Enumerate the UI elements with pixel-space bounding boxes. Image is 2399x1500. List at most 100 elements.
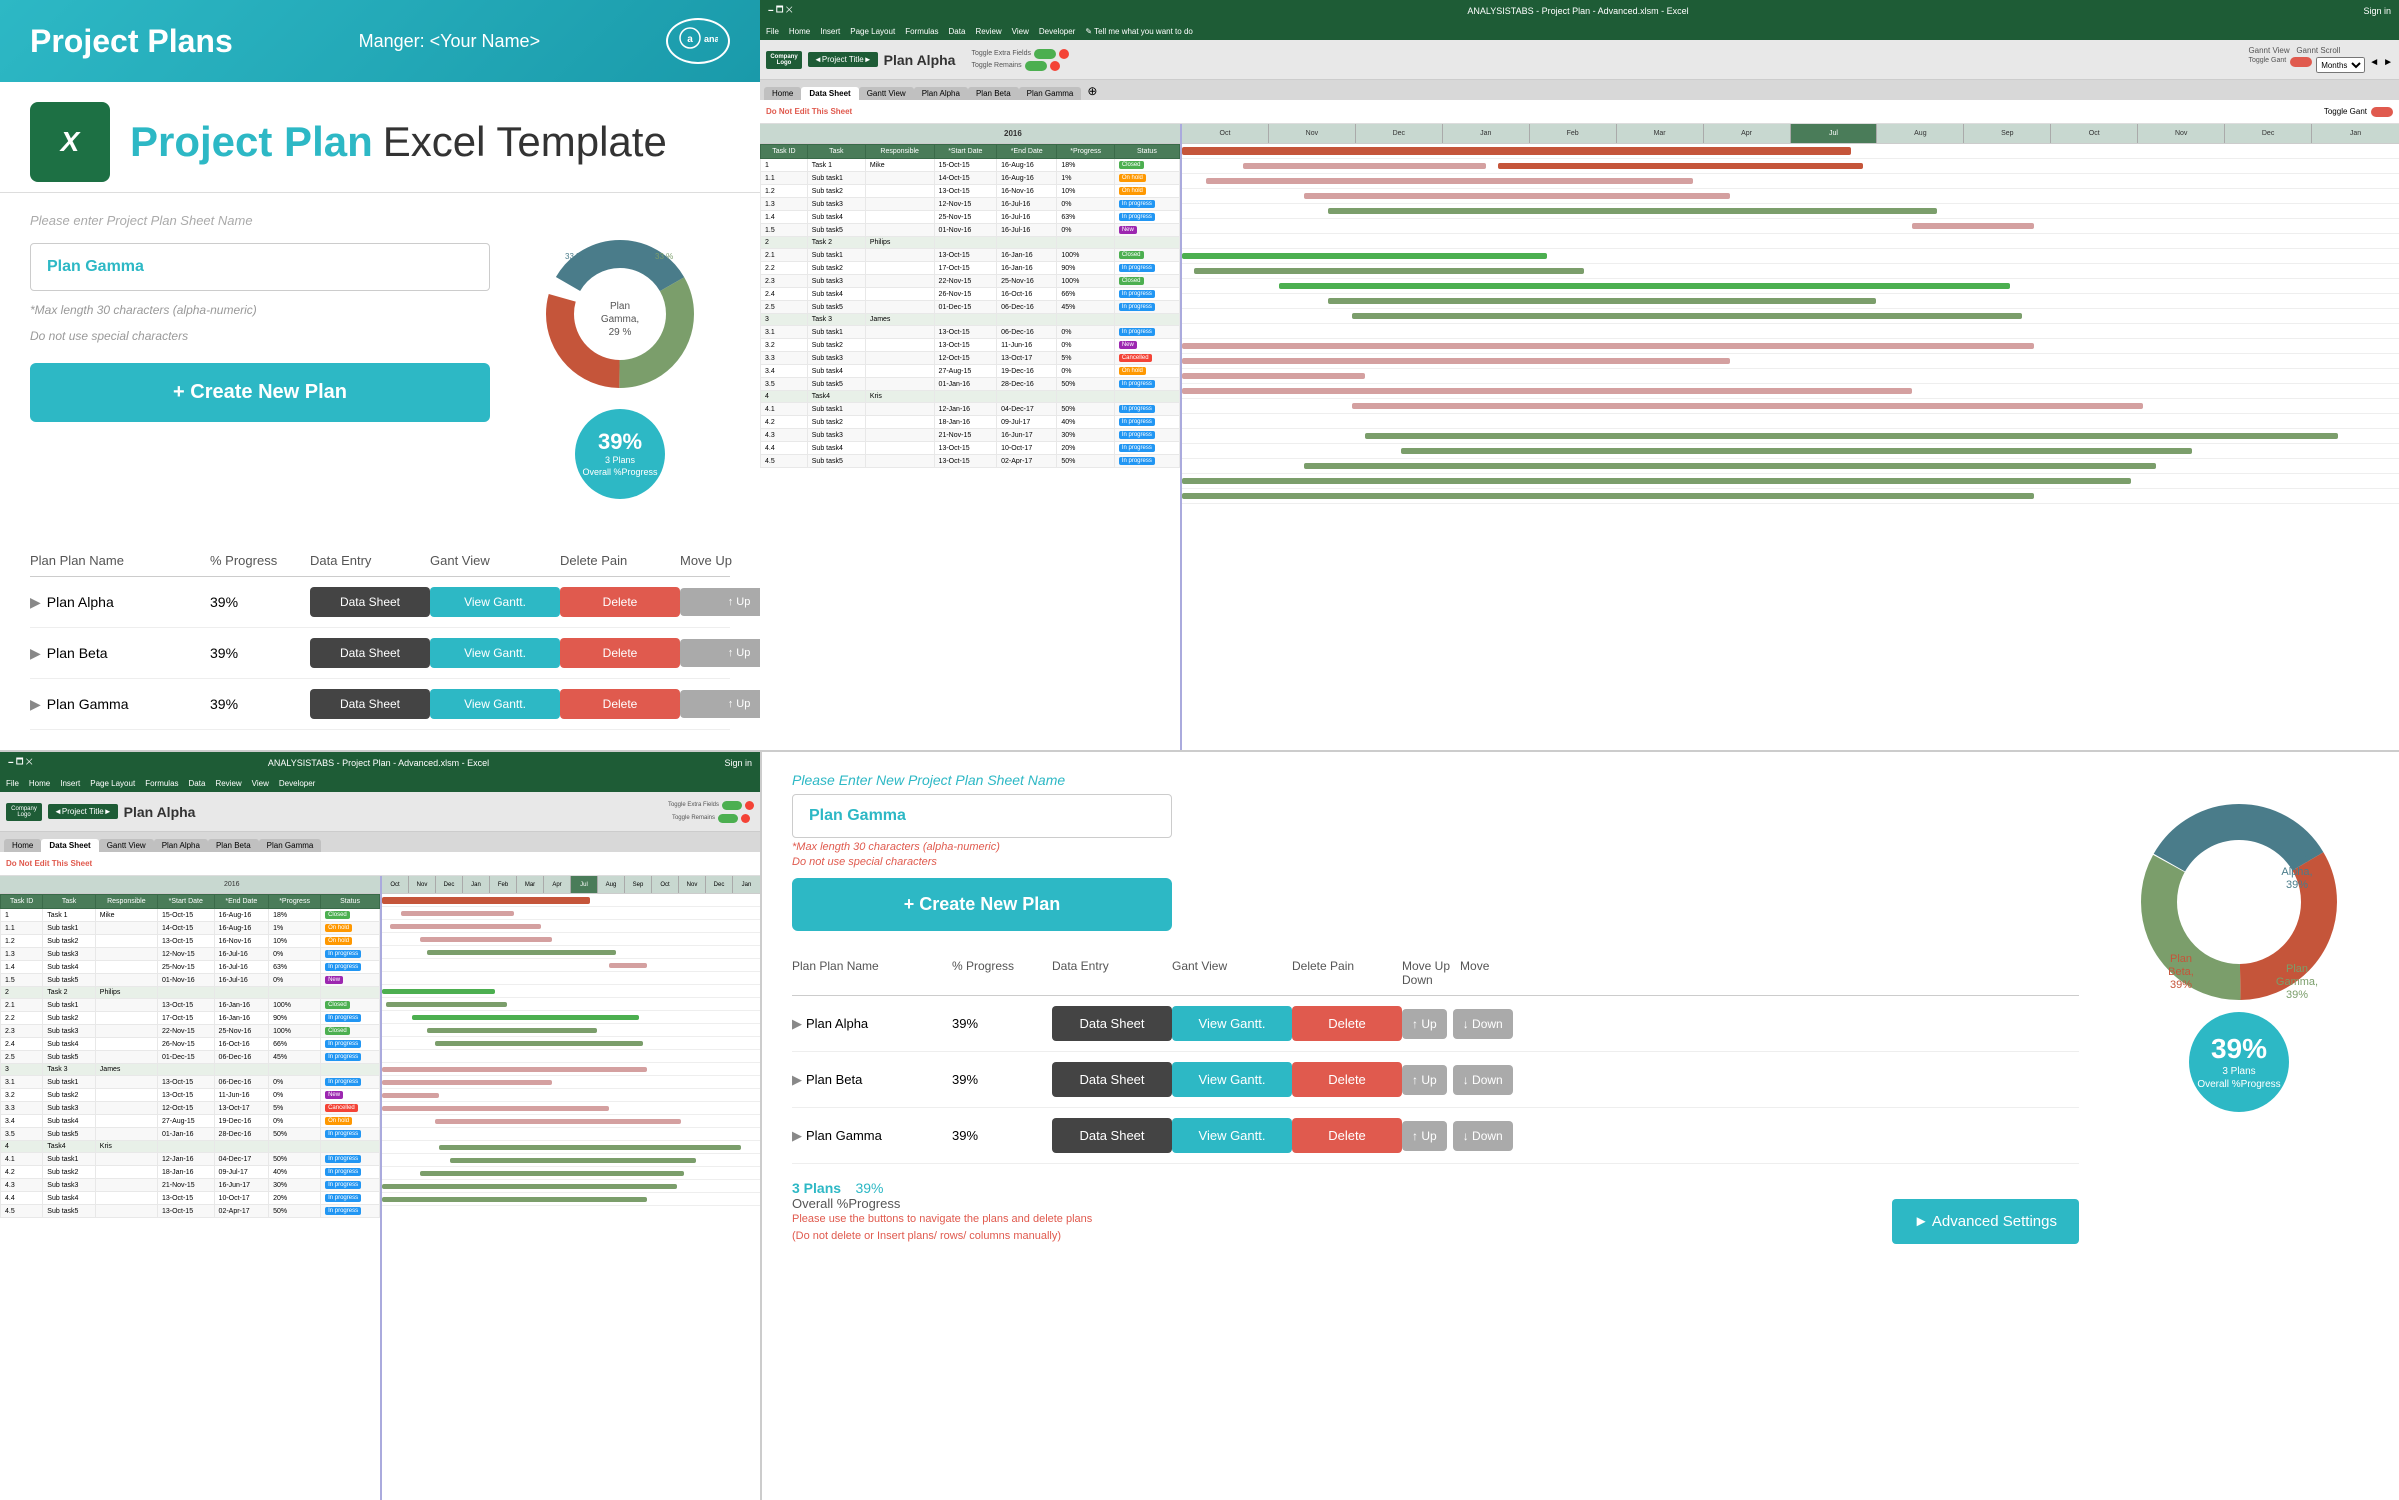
month-nov: Nov [1269,124,1356,143]
gantt-row [1182,339,2399,354]
br-badge-label: 3 PlansOverall %Progress [2197,1065,2280,1091]
tab2-home[interactable]: Home [4,839,41,852]
toggle-remains-2[interactable] [718,814,738,823]
br-view-gantt-2[interactable]: View Gantt. [1172,1062,1292,1097]
create-plan-button[interactable]: + Create New Plan [30,363,490,422]
ribbon-developer[interactable]: Developer [1039,27,1075,36]
tab2-gamma[interactable]: Plan Gamma [259,839,322,852]
toggle-extra-2[interactable] [722,801,742,810]
delete-btn[interactable]: Delete [560,587,680,617]
data-sheet-btn[interactable]: Data Sheet [310,638,430,668]
br-down-1[interactable]: ↓ Down [1453,1009,1513,1039]
ribbon-tellme[interactable]: ✎ Tell me what you want to do [1085,27,1193,36]
ribbon-view[interactable]: View [1012,27,1029,36]
toggle-extra-switch[interactable] [1034,49,1056,59]
ribbon-pagelayout[interactable]: Page Layout [850,27,895,36]
task-row: 2.1Sub task113-Oct-1516-Jan-16100%Closed [761,249,1180,262]
svg-text:39%: 39% [2170,979,2192,991]
br-down-3[interactable]: ↓ Down [1453,1121,1513,1151]
r2-file[interactable]: File [6,779,19,788]
ribbon-formulas[interactable]: Formulas [905,27,938,36]
plan-name-input[interactable] [30,243,490,291]
col-data-entry: Data Entry [310,553,430,568]
r2-view[interactable]: View [252,779,269,788]
br-delete-3[interactable]: Delete [1292,1118,1402,1153]
tab-plangamma[interactable]: Plan Gamma [1019,87,1082,100]
project-title-btn[interactable]: ◄Project Title► [808,52,878,67]
br-plan-name-input[interactable] [792,794,1172,838]
view-gantt-btn[interactable]: View Gantt. [430,638,560,668]
tab2-gantt[interactable]: Gantt View [99,839,154,852]
task-row: 3.3Sub task312-Oct-1513-Oct-175%Cancelle… [761,352,1180,365]
toggle-gantt-switch[interactable] [2290,57,2312,67]
r2-pagelayout[interactable]: Page Layout [90,779,135,788]
ribbon-file[interactable]: File [766,27,779,36]
br-delete-2[interactable]: Delete [1292,1062,1402,1097]
task-table-2: Task ID Task Responsible *Start Date *En… [0,894,380,1218]
br-data-sheet-2[interactable]: Data Sheet [1052,1062,1172,1097]
br-delete-1[interactable]: Delete [1292,1006,1402,1041]
r2-data[interactable]: Data [189,779,206,788]
up-btn[interactable]: ↑ Up [680,588,760,616]
tab2-alpha[interactable]: Plan Alpha [154,839,208,852]
br-view-gantt-1[interactable]: View Gantt. [1172,1006,1292,1041]
br-up-3[interactable]: ↑ Up [1402,1121,1447,1151]
gantt-bar [1182,493,2034,499]
excel-titlebar-2: 🗕 🗖 ✕ ANALYSISTABS - Project Plan - Adva… [0,752,760,774]
br-down-2[interactable]: ↓ Down [1453,1065,1513,1095]
months-dropdown[interactable]: Months [2316,57,2365,73]
r2-insert[interactable]: Insert [60,779,80,788]
signin-link[interactable]: Sign in [2363,6,2391,16]
r2-home[interactable]: Home [29,779,50,788]
month-apr: Apr [1704,124,1791,143]
r2-review[interactable]: Review [215,779,241,788]
up-btn[interactable]: ↑ Up [680,690,760,718]
svg-text:39%: 39% [2286,879,2308,891]
br-up-2[interactable]: ↑ Up [1402,1065,1447,1095]
task-data-table: Task ID Task Responsible *Start Date *En… [760,144,1180,468]
br-create-plan-btn[interactable]: + Create New Plan [792,878,1172,931]
br-advanced-btn[interactable]: ► Advanced Settings [1892,1199,2079,1244]
view-gantt-btn[interactable]: View Gantt. [430,689,560,719]
ribbon-review[interactable]: Review [975,27,1001,36]
ribbon-data[interactable]: Data [949,27,966,36]
svg-text:33 %: 33 % [565,252,583,261]
tab-ganttview[interactable]: Gantt View [859,87,914,100]
delete-btn[interactable]: Delete [560,638,680,668]
br-up-1[interactable]: ↑ Up [1402,1009,1447,1039]
tab2-beta[interactable]: Plan Beta [208,839,259,852]
tab-home[interactable]: Home [764,87,801,100]
r2-formulas[interactable]: Formulas [145,779,178,788]
task-row: 2Task 2Philips [761,237,1180,249]
br-data-sheet-1[interactable]: Data Sheet [1052,1006,1172,1041]
add-sheet-btn[interactable]: ⊕ [1081,82,1103,100]
svg-text:29 %: 29 % [609,327,632,338]
col-up: Move Up [680,553,760,568]
tab-planbeta[interactable]: Plan Beta [968,87,1019,100]
br-view-gantt-3[interactable]: View Gantt. [1172,1118,1292,1153]
signin-2[interactable]: Sign in [724,758,752,768]
proj-title-2[interactable]: ◄Project Title► [48,804,118,819]
br-data-sheet-3[interactable]: Data Sheet [1052,1118,1172,1153]
up-btn[interactable]: ↑ Up [680,639,760,667]
ribbon-home[interactable]: Home [789,27,810,36]
tab2-datasheet[interactable]: Data Sheet [41,839,98,852]
data-sheet-btn[interactable]: Data Sheet [310,587,430,617]
gantt-bar [1279,283,2009,289]
view-gantt-btn[interactable]: View Gantt. [430,587,560,617]
tab-planalpha[interactable]: Plan Alpha [914,87,968,100]
toggle-remains-switch[interactable] [1025,61,1047,71]
r2-developer[interactable]: Developer [279,779,315,788]
tab-datasheet[interactable]: Data Sheet [801,87,858,100]
svg-text:Plan: Plan [2170,953,2192,965]
scroll-left-btn[interactable]: ◄ [2369,57,2379,73]
company-logo-box[interactable]: Company Logo [766,51,802,69]
excel-data-area: 2016 Task ID Task Responsible *Start Dat… [760,124,2399,750]
ribbon-insert[interactable]: Insert [820,27,840,36]
scroll-right-btn[interactable]: ► [2383,57,2393,73]
delete-btn[interactable]: Delete [560,689,680,719]
toggle-gantt2[interactable] [2371,107,2393,117]
th-task: Task [807,145,865,159]
data-sheet-btn[interactable]: Data Sheet [310,689,430,719]
company-logo-2[interactable]: Company Logo [6,803,42,821]
